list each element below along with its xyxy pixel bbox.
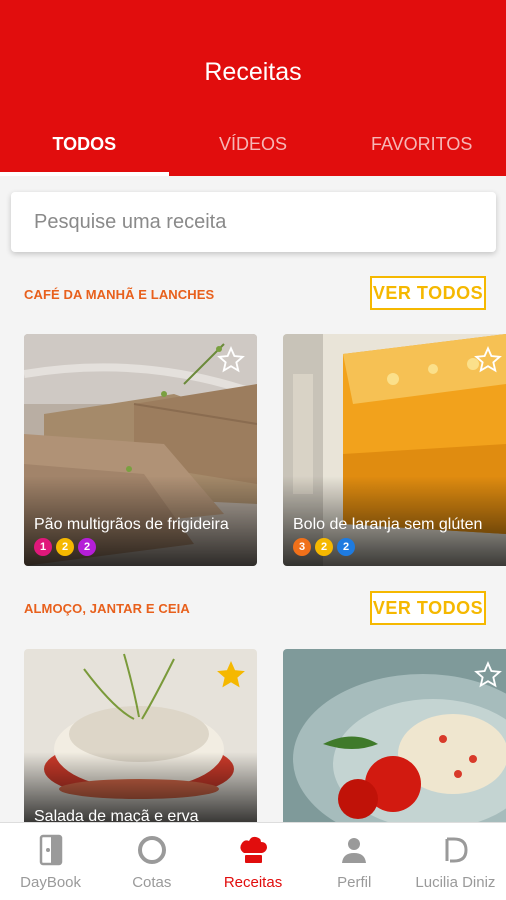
- recipe-name: Pão multigrãos de frigideira: [34, 516, 229, 533]
- badge-value: 3: [293, 538, 311, 556]
- favorite-star-icon[interactable]: [217, 661, 245, 689]
- person-icon: [342, 838, 367, 863]
- nav-label: Receitas: [223, 874, 283, 891]
- circle-icon: [137, 836, 166, 864]
- daybook-icon: [39, 834, 62, 866]
- recipe-badges: 1 2 2: [34, 538, 96, 556]
- recipe-card-apple-salad[interactable]: Salada de maçã e erva: [24, 649, 257, 822]
- nav-item-perfil[interactable]: Perfil: [304, 823, 405, 900]
- tab-videos[interactable]: VÍDEOS: [169, 120, 338, 176]
- badge-value: 2: [78, 538, 96, 556]
- favorite-star-icon[interactable]: [217, 346, 245, 374]
- tab-favoritos[interactable]: FAVORITOS: [337, 120, 506, 176]
- nav-item-cotas[interactable]: Cotas: [101, 823, 202, 900]
- badge-value: 2: [337, 538, 355, 556]
- search-box: [11, 192, 496, 252]
- nav-label: Perfil: [337, 874, 372, 891]
- nav-label: DayBook: [20, 874, 82, 891]
- bottom-navigation: DayBook Cotas Receitas Perfil Lucilia Di…: [0, 822, 506, 900]
- nav-item-receitas[interactable]: Receitas: [202, 823, 303, 900]
- favorite-star-icon[interactable]: [474, 661, 502, 689]
- badge-value: 2: [56, 538, 74, 556]
- search-input[interactable]: [34, 210, 496, 234]
- badge-value: 1: [34, 538, 52, 556]
- favorite-star-icon[interactable]: [474, 346, 502, 374]
- page-title: Receitas: [204, 58, 302, 86]
- nav-item-daybook[interactable]: DayBook: [0, 823, 101, 900]
- section-title-breakfast: CAFÉ DA MANHÃ E LANCHES: [24, 287, 215, 302]
- recipe-name: Salada de maçã e erva: [34, 808, 199, 822]
- app-header: Receitas TODOS VÍDEOS FAVORITOS: [0, 0, 506, 176]
- recipe-card-multigrain-bread[interactable]: Pão multigrãos de frigideira 1 2 2: [24, 334, 257, 566]
- recipe-card-tomato-rice[interactable]: [283, 649, 506, 822]
- see-all-lunch-button[interactable]: VER TODOS: [370, 591, 486, 625]
- recipe-name: Bolo de laranja sem glúten: [293, 516, 483, 533]
- recipe-badges: 3 2 2: [293, 538, 355, 556]
- recipe-image: [283, 649, 506, 822]
- recipe-card-orange-cake[interactable]: Bolo de laranja sem glúten 3 2 2: [283, 334, 506, 566]
- tab-bar: TODOS VÍDEOS FAVORITOS: [0, 120, 506, 176]
- section-title-lunch-dinner: ALMOÇO, JANTAR E CEIA: [24, 601, 190, 616]
- chef-hat-icon: [240, 836, 267, 863]
- badge-value: 2: [315, 538, 333, 556]
- see-all-breakfast-button[interactable]: VER TODOS: [370, 276, 486, 310]
- tab-todos[interactable]: TODOS: [0, 120, 169, 176]
- nav-label: Cotas: [132, 874, 172, 891]
- nav-label: Lucilia Diniz: [415, 874, 496, 891]
- nav-item-lucilia-diniz[interactable]: Lucilia Diniz: [405, 823, 506, 900]
- brand-d-icon: [445, 837, 468, 863]
